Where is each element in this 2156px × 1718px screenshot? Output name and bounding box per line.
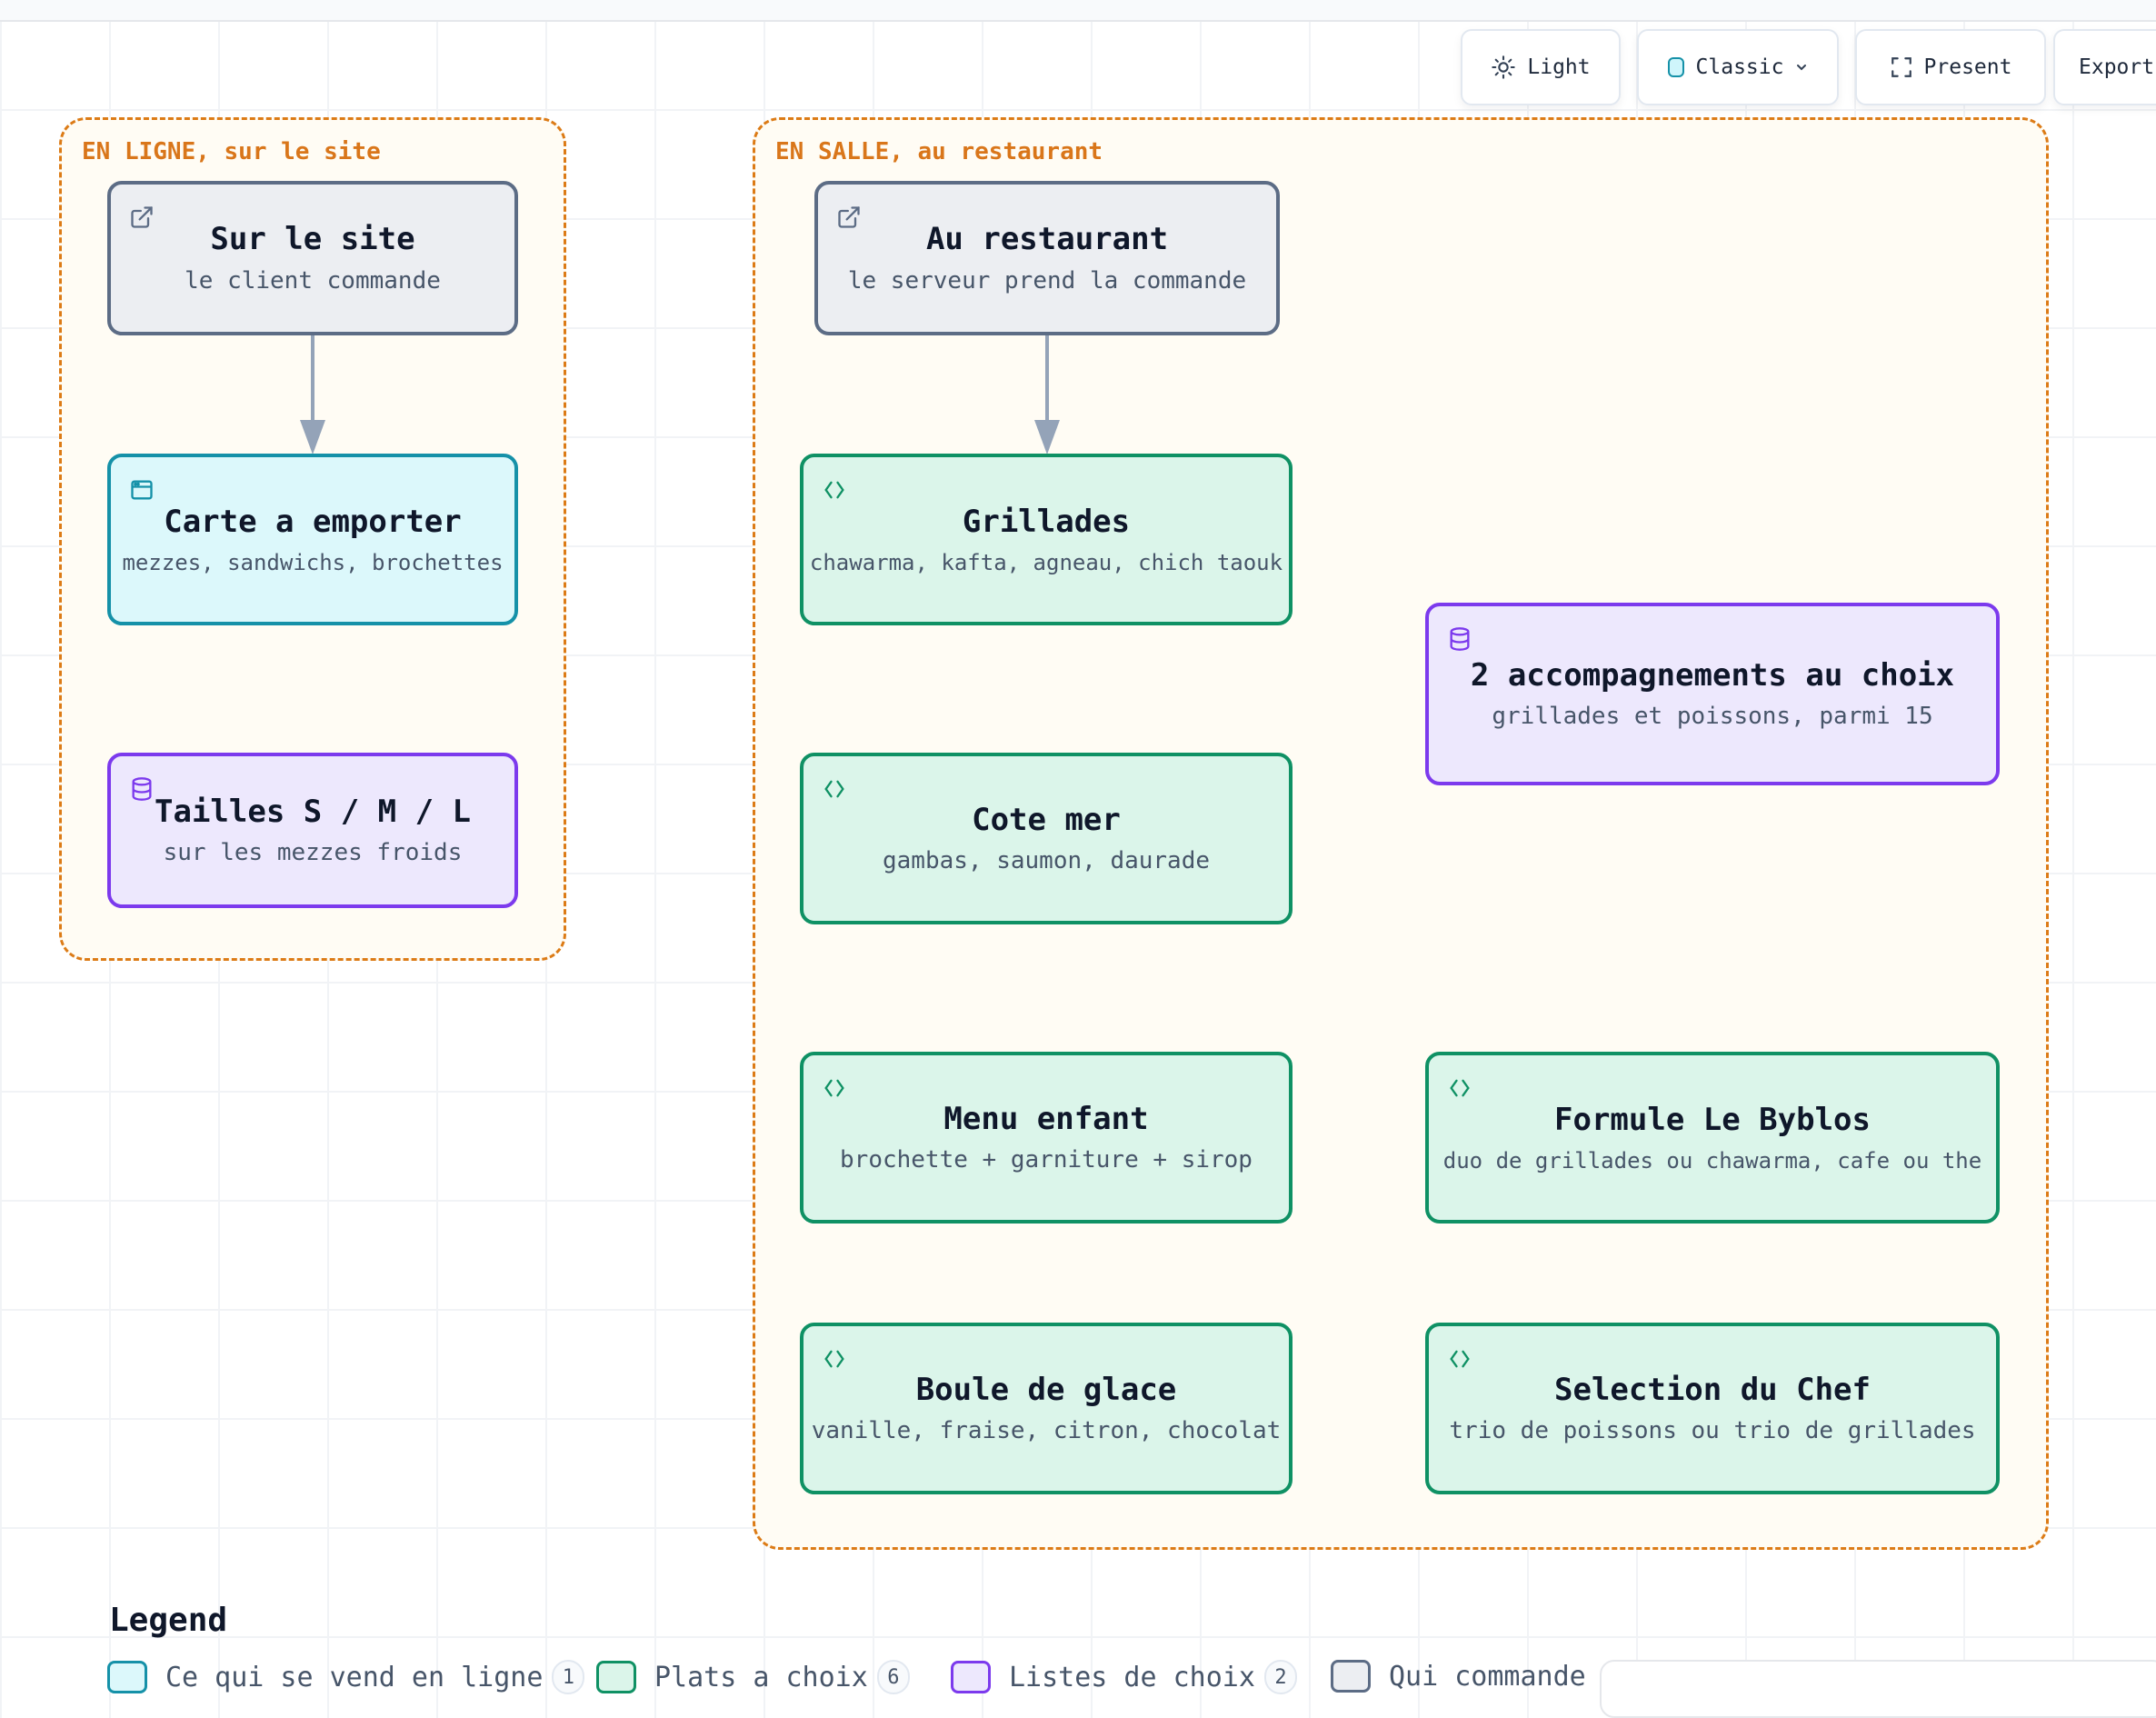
code-brackets-icon [824, 1350, 844, 1368]
legend-item-en-ligne[interactable]: Ce qui se vend en ligne 1 [107, 1660, 585, 1694]
node-title: Au restaurant [925, 221, 1169, 257]
node-subtitle: duo de grillades ou chawarma, cafe ou th… [1442, 1147, 1982, 1174]
group-title: EN LIGNE, sur le site [80, 138, 392, 165]
node-title: Tailles S / M / L [155, 793, 471, 830]
style-select-button[interactable]: Classic [1637, 29, 1839, 105]
node-title: 2 accompagnements au choix [1470, 656, 1955, 694]
node-title: Sur le site [210, 221, 415, 257]
node-title: Formule Le Byblos [1554, 1101, 1871, 1138]
legend-swatch [596, 1661, 636, 1693]
theme-label: Light [1527, 55, 1591, 79]
node-carte-a-emporter[interactable]: Carte a emporter mezzes, sandwichs, broc… [107, 454, 518, 625]
external-link-icon [838, 206, 860, 228]
code-brackets-icon [824, 1079, 844, 1097]
style-label: Classic [1695, 55, 1784, 79]
chevron-down-icon [1797, 65, 1807, 71]
legend-swatch [1331, 1660, 1371, 1693]
node-subtitle: brochette + garniture + sirop [840, 1146, 1253, 1174]
node-title: Boule de glace [915, 1371, 1177, 1408]
theme-toggle-button[interactable]: Light [1461, 29, 1621, 105]
node-subtitle: chawarma, kafta, agneau, chich taouk [809, 549, 1283, 575]
node-subtitle: gambas, saumon, daurade [882, 847, 1211, 875]
node-boule-de-glace[interactable]: Boule de glace vanille, fraise, citron, … [800, 1323, 1293, 1494]
top-bar [0, 0, 2156, 22]
legend-label: Ce qui se vend en ligne [165, 1661, 544, 1693]
database-icon [132, 777, 152, 801]
sun-icon [1492, 55, 1516, 79]
node-sur-le-site[interactable]: Sur le site le client commande [107, 181, 518, 335]
node-tailles[interactable]: Tailles S / M / L sur les mezzes froids [107, 753, 518, 908]
group-title: EN SALLE, au restaurant [774, 138, 1114, 165]
node-cote-mer[interactable]: Cote mer gambas, saumon, daurade [800, 753, 1293, 924]
node-grillades[interactable]: Grillades chawarma, kafta, agneau, chich… [800, 454, 1293, 625]
legend-label: Plats a choix [654, 1661, 868, 1693]
node-selection-du-chef[interactable]: Selection du Chef trio de poissons ou tr… [1425, 1323, 2000, 1494]
code-brackets-icon [1450, 1079, 1470, 1097]
node-au-restaurant[interactable]: Au restaurant le serveur prend la comman… [814, 181, 1280, 335]
legend-count-badge: 2 [1263, 1660, 1297, 1694]
legend-count-badge: 6 [876, 1660, 910, 1694]
node-title: Carte a emporter [164, 503, 462, 540]
legend-label: Qui commande [1389, 1660, 1586, 1693]
legend-swatch [107, 1661, 147, 1693]
node-menu-enfant[interactable]: Menu enfant brochette + garniture + siro… [800, 1052, 1293, 1224]
external-link-icon [131, 206, 153, 228]
fullscreen-icon [1891, 57, 1911, 77]
code-brackets-icon [824, 481, 844, 499]
database-icon [1450, 627, 1470, 651]
node-subtitle: vanille, fraise, citron, chocolat [811, 1417, 1282, 1445]
node-title: Selection du Chef [1554, 1371, 1871, 1408]
legend-count-badge: 1 [552, 1660, 585, 1694]
node-subtitle: trio de poissons ou trio de grillades [1449, 1417, 1976, 1445]
code-brackets-icon [824, 780, 844, 798]
present-label: Present [1923, 55, 2012, 79]
export-button[interactable]: Export [2053, 29, 2156, 105]
legend-item-plats[interactable]: Plats a choix 6 [596, 1660, 910, 1694]
legend-item-listes[interactable]: Listes de choix 2 [951, 1660, 1297, 1694]
node-subtitle: le serveur prend la commande [847, 266, 1247, 295]
node-subtitle: grillades et poissons, parmi 15 [1492, 703, 1933, 731]
export-label: Export [2079, 55, 2155, 79]
legend-item-qui-commande[interactable]: Qui commande [1331, 1660, 1586, 1693]
zoom-controls-panel[interactable] [1600, 1660, 2156, 1718]
node-accompagnements[interactable]: 2 accompagnements au choix grillades et … [1425, 603, 2000, 785]
node-formule-le-byblos[interactable]: Formule Le Byblos duo de grillades ou ch… [1425, 1052, 2000, 1224]
cylinder-icon [1667, 57, 1684, 77]
legend-label: Listes de choix [1009, 1661, 1255, 1693]
node-title: Grillades [962, 503, 1131, 540]
node-subtitle: mezzes, sandwichs, brochettes [122, 549, 504, 575]
node-title: Cote mer [972, 801, 1121, 838]
browser-window-icon [131, 480, 153, 500]
code-brackets-icon [1450, 1350, 1470, 1368]
node-title: Menu enfant [943, 1100, 1149, 1137]
legend-title: Legend [109, 1602, 228, 1639]
legend-swatch [951, 1661, 991, 1693]
node-subtitle: le client commande [185, 266, 441, 295]
present-button[interactable]: Present [1855, 29, 2046, 105]
node-subtitle: sur les mezzes froids [163, 839, 463, 867]
